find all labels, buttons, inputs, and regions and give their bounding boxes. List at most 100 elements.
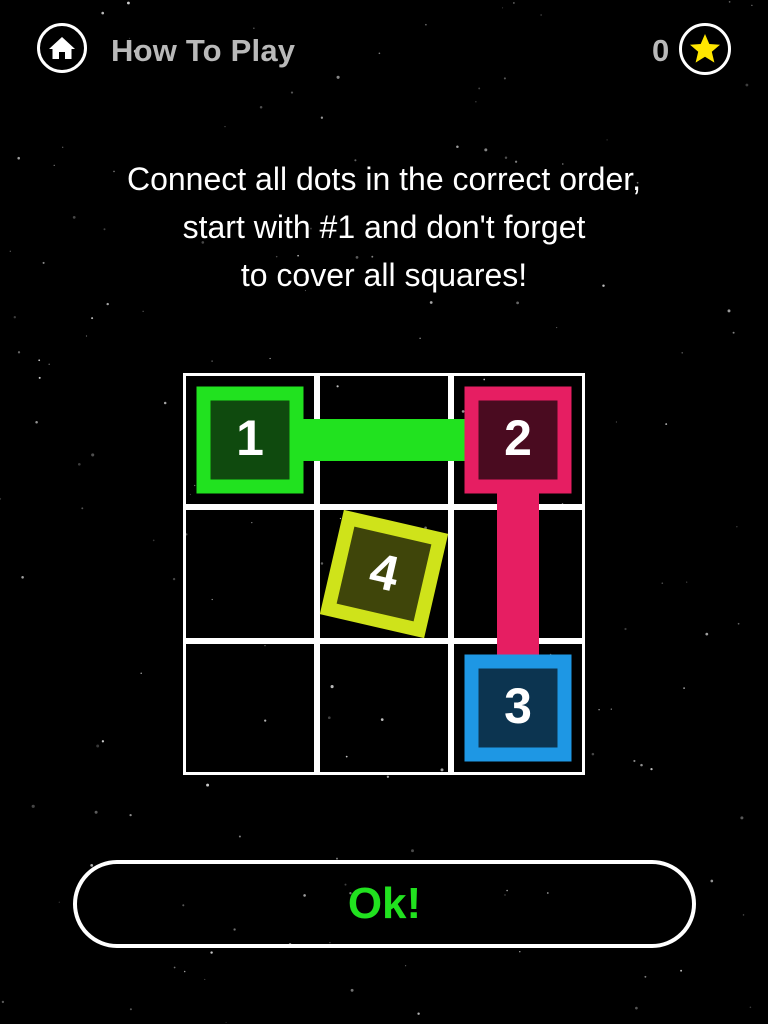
- instructions-text: Connect all dots in the correct order, s…: [84, 155, 684, 299]
- star-dot: [751, 4, 753, 6]
- star-dot: [742, 914, 745, 916]
- star-dot: [503, 77, 506, 80]
- ok-button[interactable]: Ok!: [73, 860, 696, 948]
- star-dot: [91, 453, 95, 457]
- star-badge[interactable]: [679, 23, 731, 75]
- star-dot: [91, 317, 94, 320]
- star-dot: [72, 216, 76, 219]
- star-dot: [38, 359, 41, 362]
- star-dot: [238, 835, 241, 838]
- grid-cell[interactable]: [317, 641, 451, 775]
- dot-4[interactable]: 4: [319, 509, 449, 639]
- star-dot: [224, 125, 226, 128]
- star-dot: [425, 23, 427, 26]
- star-dot: [129, 813, 132, 817]
- star-dot: [101, 11, 105, 15]
- home-icon: [49, 37, 75, 59]
- star-dot: [58, 901, 60, 903]
- star-dot: [661, 582, 664, 585]
- star-dot: [736, 526, 738, 528]
- dot-number: 2: [504, 410, 532, 466]
- star-dot: [172, 577, 176, 581]
- star-dot: [386, 775, 390, 778]
- star-dot: [502, 7, 504, 9]
- star-dot: [48, 363, 50, 365]
- home-button[interactable]: [37, 23, 87, 73]
- star-dot: [81, 507, 84, 510]
- star-dot: [183, 970, 186, 973]
- star-dot: [644, 975, 647, 978]
- dot-1[interactable]: 1: [196, 386, 304, 494]
- page-title: How To Play: [111, 33, 296, 68]
- star-dot: [633, 759, 636, 763]
- star-dot: [749, 1006, 752, 1009]
- star-dot: [173, 966, 176, 969]
- star-dot: [475, 101, 477, 103]
- star-dot: [21, 576, 24, 579]
- dot-3[interactable]: 3: [464, 654, 572, 762]
- ok-button-label: Ok!: [347, 879, 422, 928]
- puzzle-board[interactable]: 1 2 34: [183, 373, 585, 775]
- star-dot: [152, 539, 155, 542]
- star-dot: [405, 965, 407, 967]
- star-dot: [378, 52, 381, 55]
- star-dot: [336, 75, 340, 79]
- star-icon: [690, 34, 720, 63]
- star-dot: [650, 767, 653, 771]
- star-dot: [737, 622, 740, 625]
- star-dot: [1, 1000, 5, 1004]
- star-dot: [163, 401, 167, 405]
- star-dot: [106, 302, 109, 306]
- dot-number: 1: [236, 410, 264, 466]
- star-dot: [96, 744, 100, 748]
- star-dot: [665, 423, 668, 426]
- star-dot: [62, 146, 64, 148]
- instruction-line: start with #1 and don't forget: [182, 209, 586, 245]
- star-dot: [681, 352, 683, 354]
- star-dot: [727, 309, 731, 313]
- star-dot: [206, 783, 210, 787]
- star-dot: [101, 740, 105, 743]
- dot-2[interactable]: 2: [464, 386, 572, 494]
- star-dot: [9, 250, 11, 252]
- star-dot: [456, 145, 459, 149]
- star-dot: [17, 156, 20, 160]
- star-dot: [0, 497, 2, 500]
- star-dot: [77, 462, 81, 466]
- star-dot: [85, 335, 88, 337]
- star-dot: [253, 27, 255, 29]
- star-dot: [35, 420, 38, 424]
- star-dot: [210, 951, 213, 954]
- star-dot: [705, 632, 709, 636]
- star-dot: [350, 988, 354, 992]
- star-dot: [556, 327, 558, 329]
- star-dot: [606, 139, 608, 141]
- star-dot: [429, 301, 433, 304]
- star-dot: [519, 951, 521, 953]
- star-dot: [624, 627, 627, 631]
- star-dot: [419, 337, 421, 339]
- grid-cell[interactable]: [183, 641, 317, 775]
- instruction-line: to cover all squares!: [240, 257, 528, 293]
- star-dot: [745, 83, 749, 87]
- star-dot: [732, 331, 735, 334]
- star-dot: [140, 672, 142, 675]
- star-dot: [53, 164, 55, 166]
- star-dot: [259, 106, 263, 109]
- star-dot: [513, 2, 515, 4]
- star-dot: [686, 581, 688, 583]
- star-dot: [42, 261, 45, 264]
- star-dot: [320, 116, 324, 119]
- grid-cell[interactable]: [183, 507, 317, 641]
- star-dot: [615, 421, 617, 423]
- star-dot: [484, 148, 488, 152]
- star-dot: [31, 804, 35, 808]
- star-dot: [126, 1, 130, 5]
- star-dot: [142, 310, 144, 312]
- star-dot: [411, 849, 414, 853]
- star-dot: [94, 810, 98, 814]
- star-dot: [290, 91, 294, 94]
- star-dot: [129, 1008, 132, 1011]
- star-dot: [635, 1006, 638, 1010]
- star-dot: [417, 1012, 420, 1015]
